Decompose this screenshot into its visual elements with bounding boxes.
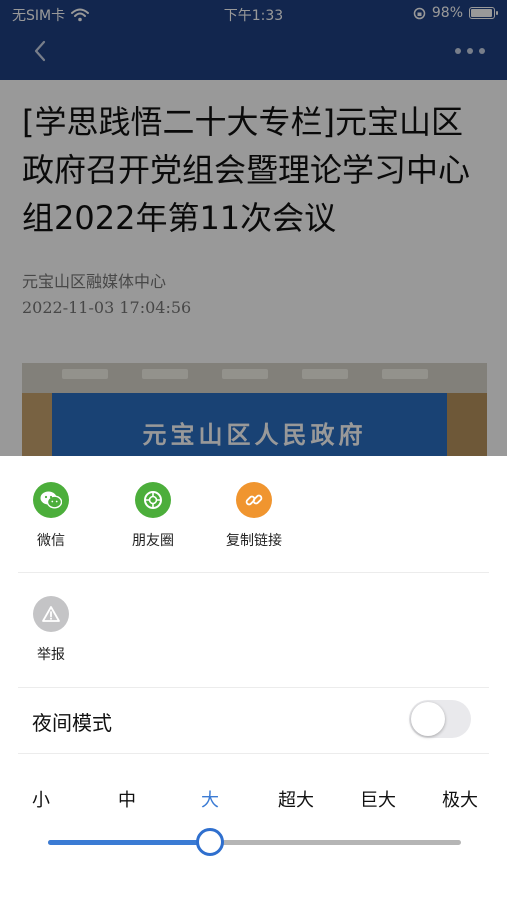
warning-icon [33,596,69,632]
font-size-slider[interactable] [48,828,461,856]
toggle-knob [411,702,445,736]
night-mode-row: 夜间模式 [0,688,507,754]
night-mode-toggle[interactable] [409,700,471,738]
slider-filled-track [48,840,210,845]
link-icon [236,482,272,518]
font-size-huge[interactable]: 巨大 [360,786,396,812]
share-row: 微信 朋友圈 复制链接 [0,456,507,572]
wechat-icon [33,482,69,518]
divider [18,572,489,573]
font-size-medium[interactable]: 中 [118,786,136,812]
moments-icon [135,482,171,518]
font-size-options: 小 中 大 超大 巨大 极大 [0,786,507,812]
font-size-large[interactable]: 大 [201,786,219,812]
font-size-max[interactable]: 极大 [442,786,478,812]
report-button[interactable]: 举报 [11,596,91,664]
share-wechat-button[interactable]: 微信 [11,482,91,550]
report-label: 举报 [37,647,65,663]
font-size-small[interactable]: 小 [32,786,50,812]
dim-overlay[interactable] [0,0,507,456]
copy-link-button[interactable]: 复制链接 [214,482,294,550]
divider [18,753,489,754]
share-sheet: 微信 朋友圈 复制链接 举报 夜间模式 小 中 大 超大 巨大 极大 [0,456,507,900]
share-moments-label: 朋友圈 [132,533,174,549]
copy-link-label: 复制链接 [226,533,282,549]
share-moments-button[interactable]: 朋友圈 [113,482,193,550]
night-mode-label: 夜间模式 [32,711,112,735]
slider-thumb[interactable] [196,828,224,856]
font-size-xlarge[interactable]: 超大 [278,786,314,812]
share-wechat-label: 微信 [37,533,65,549]
